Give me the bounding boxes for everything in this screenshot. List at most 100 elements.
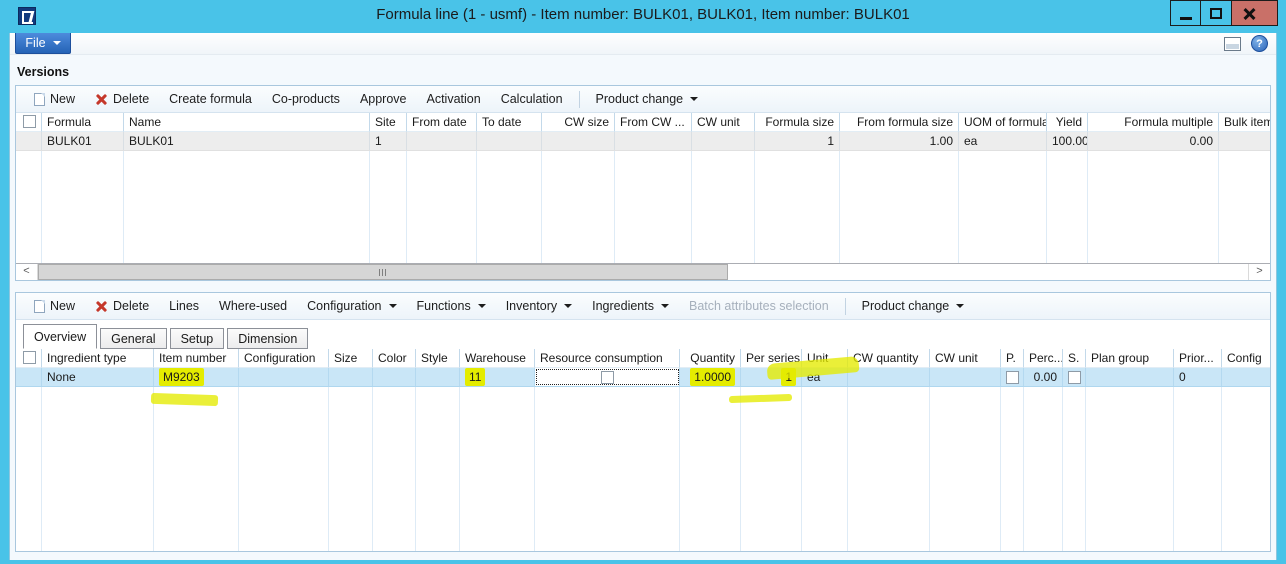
scroll-right-button[interactable]: > <box>1248 264 1270 280</box>
lines-grid-cell-config[interactable] <box>1222 368 1270 386</box>
versions-grid-cell-formula[interactable]: BULK01 <box>42 132 124 150</box>
lines-grid-col-config[interactable]: Config <box>1222 349 1270 368</box>
versions-grid-col-cw-unit[interactable]: CW unit <box>692 113 755 132</box>
lines-toolbar-inventory[interactable]: Inventory <box>496 296 582 316</box>
versions-grid-col-from-formula-size[interactable]: From formula size <box>840 113 959 132</box>
versions-grid-col-selector[interactable] <box>16 113 42 132</box>
close-button[interactable] <box>1232 0 1278 26</box>
lines-grid-col-warehouse[interactable]: Warehouse <box>460 349 535 368</box>
versions-toolbar-create-formula[interactable]: Create formula <box>159 89 262 109</box>
lines-grid-cell-p[interactable] <box>1001 368 1024 386</box>
versions-grid-cell-from-formula-size[interactable]: 1.00 <box>840 132 959 150</box>
versions-grid-select-all-checkbox[interactable] <box>23 115 36 128</box>
scrollbar-thumb[interactable] <box>38 264 728 280</box>
versions-grid-col-name[interactable]: Name <box>124 113 370 132</box>
scrollbar-track[interactable] <box>38 264 1248 280</box>
lines-grid-col-size[interactable]: Size <box>329 349 373 368</box>
lines-grid-col-s[interactable]: S. <box>1063 349 1086 368</box>
lines-grid-cell-configuration[interactable] <box>239 368 329 386</box>
versions-toolbar-calculation[interactable]: Calculation <box>491 89 573 109</box>
lines-toolbar-where-used[interactable]: Where-used <box>209 296 297 316</box>
lines-toolbar-ingredients[interactable]: Ingredients <box>582 296 679 316</box>
versions-grid-col-bulk-item[interactable]: Bulk item <box>1219 113 1270 132</box>
lines-grid-col-resource-consumption[interactable]: Resource consumption <box>535 349 680 368</box>
minimize-button[interactable] <box>1170 0 1201 26</box>
lines-grid-col-selector[interactable] <box>16 349 42 368</box>
lines-grid-cell-color[interactable] <box>373 368 416 386</box>
lines-grid-col-cw-quantity[interactable]: CW quantity <box>848 349 930 368</box>
versions-toolbar-product-change[interactable]: Product change <box>586 89 709 109</box>
versions-grid-col-yield[interactable]: Yield <box>1047 113 1088 132</box>
tab-setup[interactable]: Setup <box>170 328 225 349</box>
file-menu-button[interactable]: File <box>15 33 71 54</box>
versions-grid-cell-cw-size[interactable] <box>542 132 615 150</box>
lines-grid-cell-cw-quantity[interactable] <box>848 368 930 386</box>
help-icon[interactable]: ? <box>1251 35 1268 52</box>
lines-grid-col-perc[interactable]: Perc... <box>1024 349 1063 368</box>
lines-grid-col-ingredient-type[interactable]: Ingredient type <box>42 349 154 368</box>
tab-overview[interactable]: Overview <box>23 324 97 349</box>
lines-grid-col-per-series[interactable]: Per series <box>741 349 802 368</box>
versions-grid-col-to-date[interactable]: To date <box>477 113 542 132</box>
lines-grid-s-checkbox[interactable] <box>1068 371 1081 384</box>
lines-grid-select-all-checkbox[interactable] <box>23 351 36 364</box>
versions-toolbar-co-products[interactable]: Co-products <box>262 89 350 109</box>
lines-toolbar-new[interactable]: New <box>24 296 85 316</box>
lines-grid-col-unit[interactable]: Unit <box>802 349 848 368</box>
versions-toolbar-activation[interactable]: Activation <box>417 89 491 109</box>
lines-grid-col-style[interactable]: Style <box>416 349 460 368</box>
versions-grid-cell-from-date[interactable] <box>407 132 477 150</box>
versions-grid-col-formula-size[interactable]: Formula size <box>755 113 840 132</box>
lines-toolbar-lines[interactable]: Lines <box>159 296 209 316</box>
lines-grid-col-color[interactable]: Color <box>373 349 416 368</box>
versions-grid-cell-selector[interactable] <box>16 132 42 150</box>
lines-toolbar-functions[interactable]: Functions <box>407 296 496 316</box>
lines-grid-col-configuration[interactable]: Configuration <box>239 349 329 368</box>
versions-grid-cell-yield[interactable]: 100.00 <box>1047 132 1088 150</box>
tab-general[interactable]: General <box>100 328 166 349</box>
versions-toolbar-delete[interactable]: Delete <box>85 89 159 109</box>
lines-grid-cell-quantity[interactable]: 1.0000 <box>680 368 741 386</box>
versions-grid-cell-uom-of-formula[interactable]: ea <box>959 132 1047 150</box>
lines-grid-resource-consumption-checkbox[interactable] <box>601 371 614 384</box>
versions-grid-row[interactable]: BULK01BULK01111.00ea100.000.00 <box>16 132 1270 151</box>
versions-grid-col-cw-size[interactable]: CW size <box>542 113 615 132</box>
versions-grid-cell-to-date[interactable] <box>477 132 542 150</box>
lines-grid-cell-style[interactable] <box>416 368 460 386</box>
versions-grid-col-formula[interactable]: Formula <box>42 113 124 132</box>
versions-grid-cell-cw-unit[interactable] <box>692 132 755 150</box>
versions-grid-col-uom-of-formula[interactable]: UOM of formula <box>959 113 1047 132</box>
lines-grid-cell-ingredient-type[interactable]: None <box>42 368 154 386</box>
lines-toolbar-configuration[interactable]: Configuration <box>297 296 406 316</box>
versions-toolbar-new[interactable]: New <box>24 89 85 109</box>
lines-grid-cell-warehouse[interactable]: 11 <box>460 368 535 386</box>
versions-grid-col-from-date[interactable]: From date <box>407 113 477 132</box>
versions-grid-col-site[interactable]: Site <box>370 113 407 132</box>
lines-grid-cell-unit[interactable]: ea <box>802 368 848 386</box>
lines-grid-cell-s[interactable] <box>1063 368 1086 386</box>
versions-grid-cell-site[interactable]: 1 <box>370 132 407 150</box>
lines-grid-cell-size[interactable] <box>329 368 373 386</box>
lines-grid-col-plan-group[interactable]: Plan group <box>1086 349 1174 368</box>
lines-grid-cell-per-series[interactable]: 1 <box>741 368 802 386</box>
lines-grid-cell-perc[interactable]: 0.00 <box>1024 368 1063 386</box>
versions-grid-col-from-cw[interactable]: From CW ... <box>615 113 692 132</box>
scroll-left-button[interactable]: < <box>16 264 38 280</box>
lines-grid-col-cw-unit[interactable]: CW unit <box>930 349 1001 368</box>
maximize-button[interactable] <box>1201 0 1232 26</box>
versions-grid-cell-formula-size[interactable]: 1 <box>755 132 840 150</box>
versions-grid-cell-name[interactable]: BULK01 <box>124 132 370 150</box>
layout-pane-icon[interactable] <box>1224 37 1241 51</box>
lines-grid-cell-resource-consumption[interactable] <box>535 368 680 386</box>
lines-grid-cell-cw-unit[interactable] <box>930 368 1001 386</box>
versions-toolbar-approve[interactable]: Approve <box>350 89 417 109</box>
lines-grid-cell-plan-group[interactable] <box>1086 368 1174 386</box>
versions-grid-cell-formula-multiple[interactable]: 0.00 <box>1088 132 1219 150</box>
lines-grid-cell-prior[interactable]: 0 <box>1174 368 1222 386</box>
lines-grid-col-p[interactable]: P. <box>1001 349 1024 368</box>
lines-grid-cell-selector[interactable] <box>16 368 42 386</box>
lines-grid-p-checkbox[interactable] <box>1006 371 1019 384</box>
lines-toolbar-product-change[interactable]: Product change <box>852 296 975 316</box>
versions-grid-cell-bulk-item[interactable] <box>1219 132 1270 150</box>
lines-toolbar-delete[interactable]: Delete <box>85 296 159 316</box>
